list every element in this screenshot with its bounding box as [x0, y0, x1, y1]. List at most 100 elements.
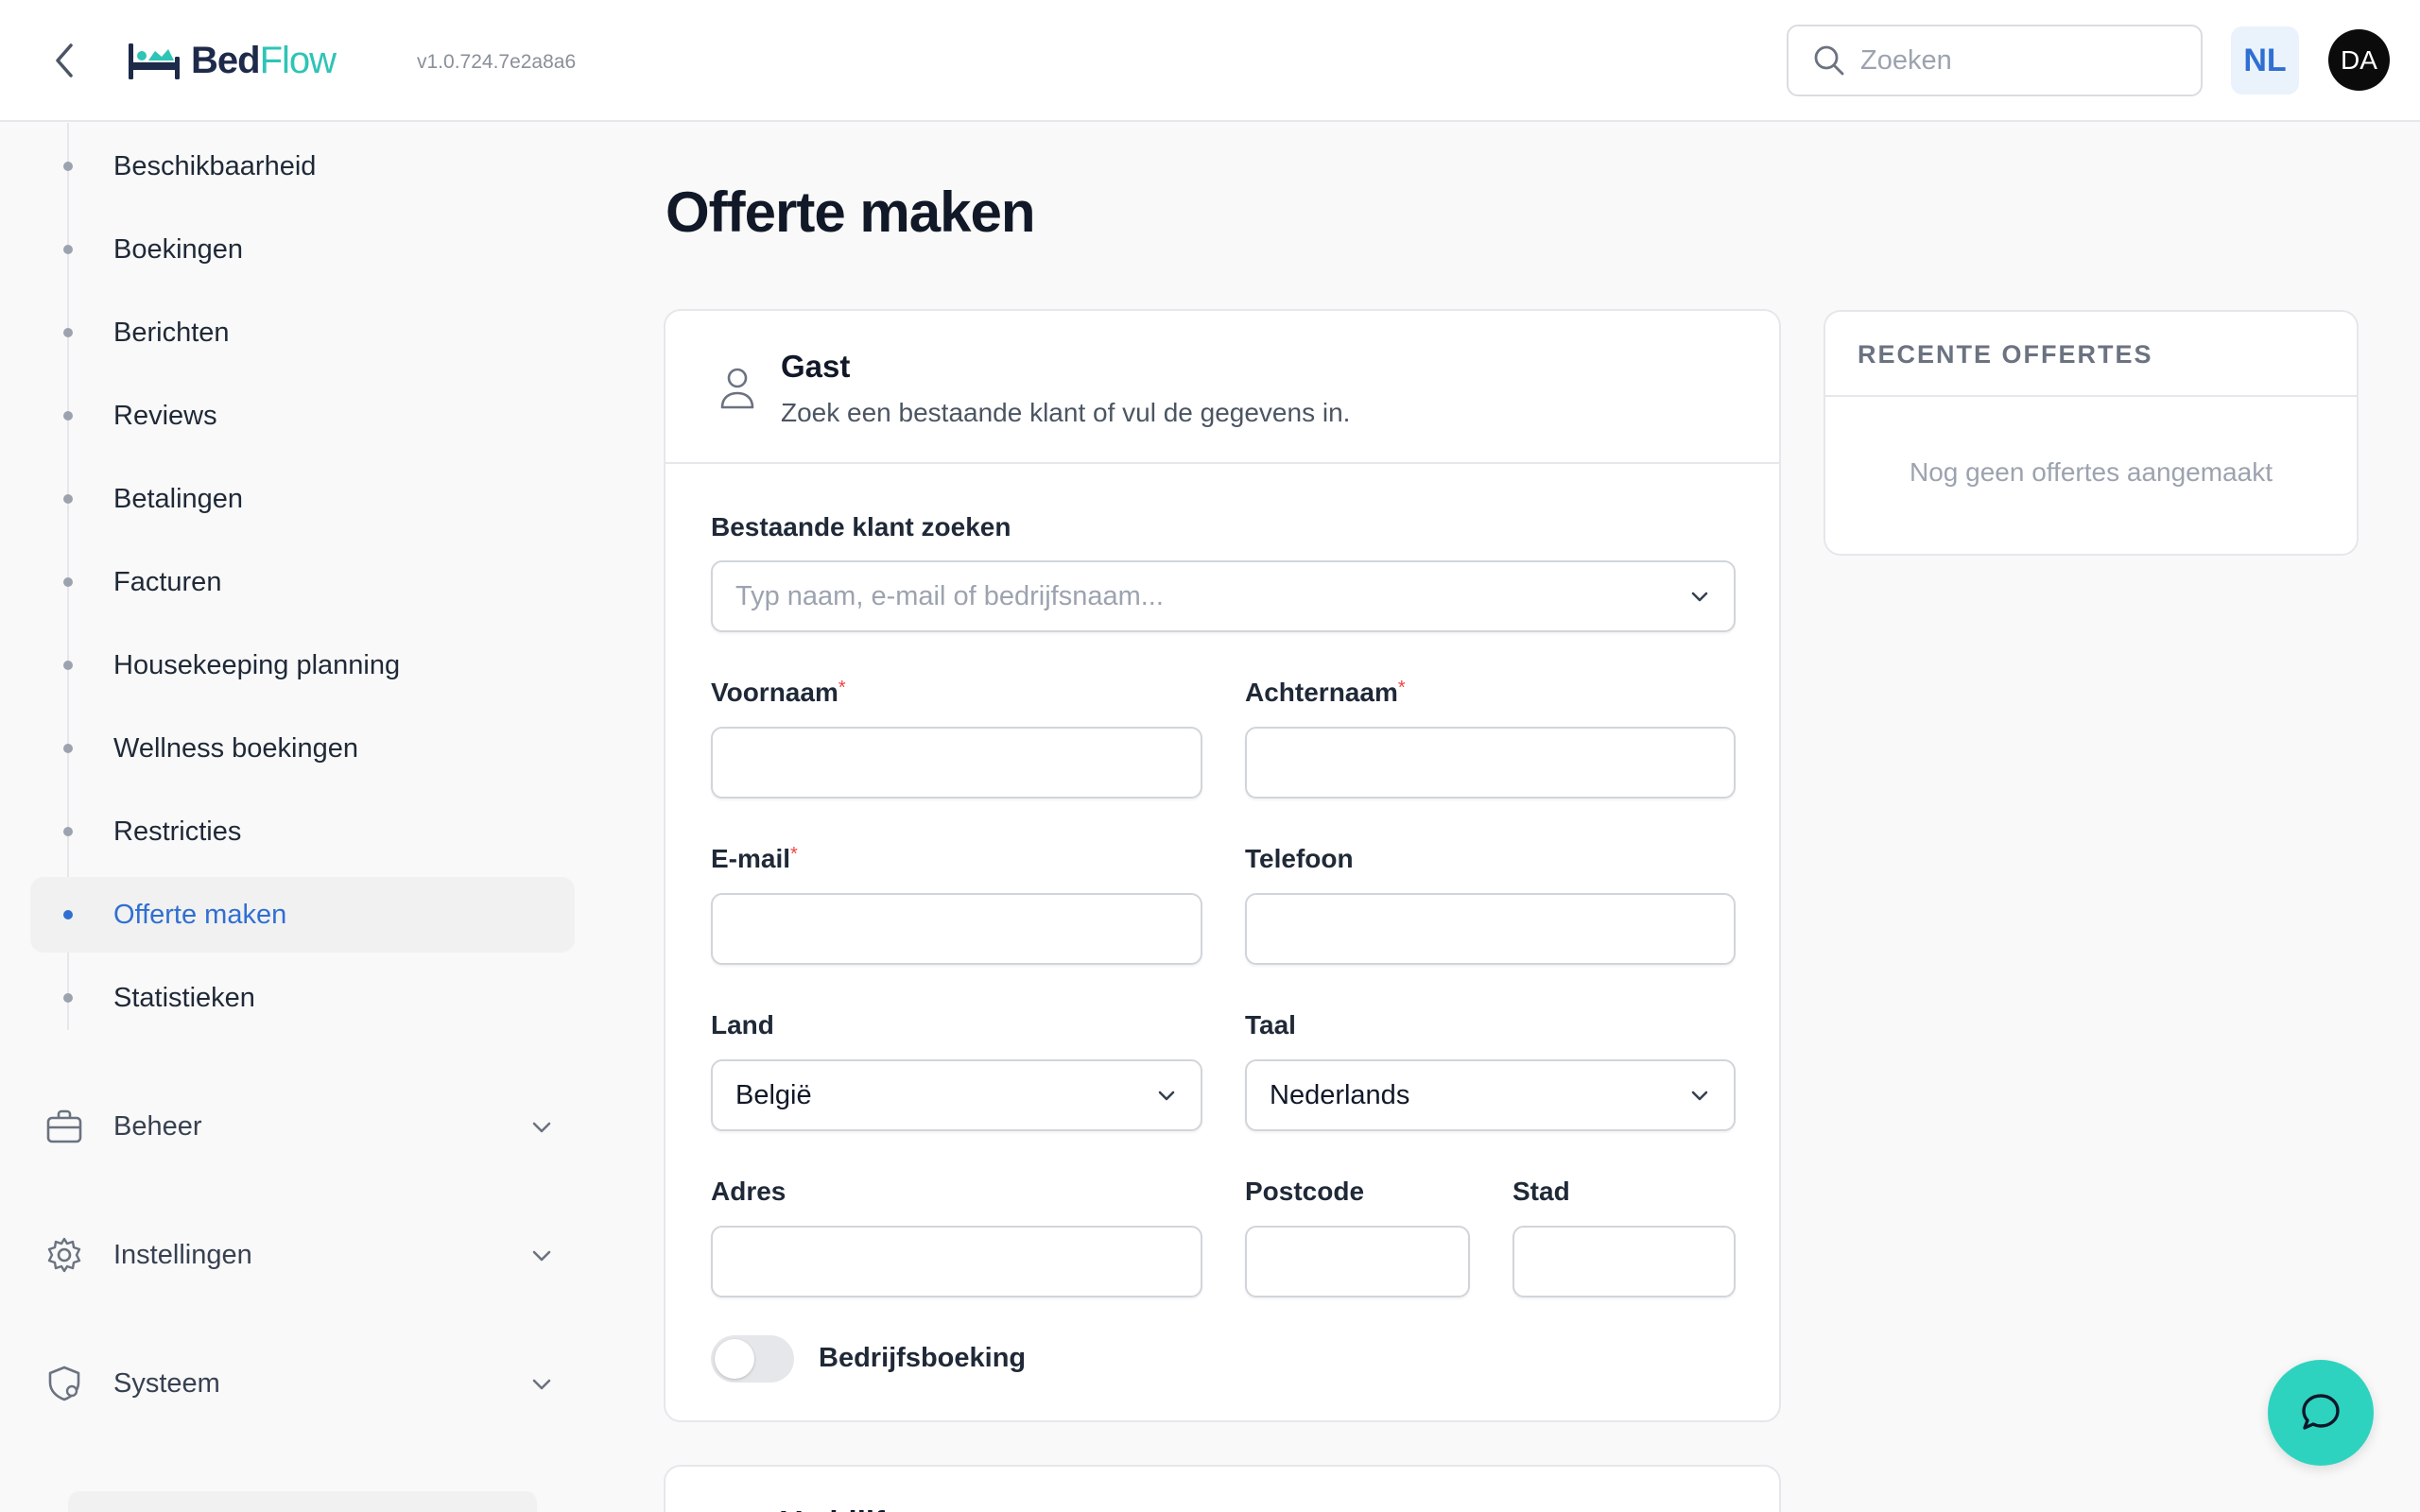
language-switcher[interactable]: NL: [2231, 26, 2299, 94]
chevron-down-icon: [532, 1379, 551, 1390]
required-mark: *: [1397, 678, 1406, 698]
bedflow-logo[interactable]: BedFlow: [127, 34, 337, 87]
phone-field[interactable]: [1245, 893, 1736, 965]
sidebar-item-label: Offerte maken: [113, 899, 287, 930]
sidebar-item-beschikbaarheid[interactable]: Beschikbaarheid: [30, 129, 575, 204]
company-booking-label: Bedrijfsboeking: [819, 1343, 1027, 1373]
recent-quotes-header: RECENTE OFFERTES: [1825, 312, 2357, 397]
address-label: Adres: [711, 1177, 786, 1206]
briefcase-icon: [46, 1109, 82, 1143]
sidebar-group-label: Beheer: [113, 1110, 202, 1142]
address-field[interactable]: [711, 1226, 1202, 1297]
sidebar-item-reviews[interactable]: Reviews: [30, 378, 575, 454]
version-label: v1.0.724.7e2a8a6: [417, 51, 577, 73]
recent-quotes-empty: Nog geen offertes aangemaakt: [1910, 457, 2273, 487]
logo-text-bed: Bed: [191, 39, 261, 81]
guest-card: Gast Zoek een bestaande klant of vul de …: [664, 309, 1781, 1422]
top-bar: BedFlow v1.0.724.7e2a8a6 NL DA: [0, 0, 2420, 122]
page-title: Offerte maken: [666, 180, 1035, 244]
lastname-label: Achternaam*: [1245, 678, 1406, 708]
sidebar-group-systeem[interactable]: Systeem: [30, 1349, 575, 1418]
bed-icon: [129, 43, 180, 79]
nav-dot: [63, 494, 73, 504]
sidebar-item-label: Reviews: [113, 400, 217, 431]
chevron-down-icon: [1691, 592, 1708, 602]
user-icon: [720, 368, 754, 409]
sidebar-item-label: Statistieken: [113, 982, 255, 1013]
guest-card-subtitle: Zoek een bestaande klant of vul de gegev…: [781, 398, 1351, 427]
chat-button[interactable]: [2268, 1360, 2374, 1466]
toggle-knob: [715, 1339, 754, 1379]
shield-gear-icon: [48, 1366, 80, 1401]
guest-card-header: Gast Zoek een bestaande klant of vul de …: [666, 311, 1779, 464]
sidebar-item-label: Facturen: [113, 566, 222, 597]
recent-quotes-card: RECENTE OFFERTES Nog geen offertes aange…: [1824, 310, 2359, 556]
lastname-field[interactable]: [1245, 727, 1736, 799]
email-label-text: E-mail: [711, 844, 791, 873]
global-search[interactable]: [1787, 25, 2203, 96]
postcode-label: Postcode: [1245, 1177, 1365, 1206]
recent-quotes-title: RECENTE OFFERTES: [1858, 340, 2153, 369]
nav-dot: [63, 411, 73, 421]
chat-bubble-icon: [2302, 1394, 2340, 1430]
chevron-down-icon: [532, 1250, 551, 1262]
sidebar-item-label: Housekeeping planning: [113, 649, 401, 680]
email-field[interactable]: [711, 893, 1202, 965]
sidebar-group-label: Instellingen: [113, 1239, 252, 1270]
sidebar-item-label: Berichten: [113, 317, 230, 348]
nav-dot: [63, 328, 73, 337]
sidebar-item-boekingen[interactable]: Boekingen: [30, 212, 575, 287]
user-avatar[interactable]: DA: [2328, 29, 2390, 91]
guest-card-title: Gast: [781, 349, 851, 384]
firstname-label-text: Voornaam: [711, 678, 838, 707]
existing-customer-placeholder: Typ naam, e-mail of bedrijfsnaam...: [735, 580, 1164, 611]
country-value: België: [735, 1079, 812, 1110]
stay-card: Verblijf: [664, 1465, 1781, 1512]
sidebar-item-label: Betalingen: [113, 483, 244, 514]
sidebar-item-label: Beschikbaarheid: [113, 150, 317, 181]
back-button[interactable]: [45, 40, 83, 81]
existing-customer-combobox[interactable]: Typ naam, e-mail of bedrijfsnaam...: [711, 560, 1736, 632]
email-label: E-mail*: [711, 844, 798, 874]
nav-dot: [63, 245, 73, 254]
nav-dot: [63, 827, 73, 836]
existing-customer-label: Bestaande klant zoeken: [711, 512, 1011, 541]
logo-text-flow: Flow: [259, 39, 337, 81]
sidebar-item-housekeeping[interactable]: Housekeeping planning: [30, 627, 575, 703]
sidebar-item-restricties[interactable]: Restricties: [30, 794, 575, 869]
city-field[interactable]: [1512, 1226, 1736, 1297]
sidebar-item-label: Wellness boekingen: [113, 732, 359, 764]
required-mark: *: [790, 844, 798, 865]
country-label: Land: [711, 1010, 774, 1040]
nav-dot: [63, 162, 73, 171]
sidebar-promo-banner[interactable]: [68, 1491, 537, 1512]
sidebar-item-statistieken[interactable]: Statistieken: [30, 960, 575, 1036]
required-mark: *: [838, 678, 846, 698]
city-label: Stad: [1512, 1177, 1570, 1206]
search-input[interactable]: [1860, 44, 2182, 77]
logo-text: BedFlow: [191, 39, 337, 82]
sidebar-item-betalingen[interactable]: Betalingen: [30, 461, 575, 537]
language-select[interactable]: Nederlands: [1245, 1059, 1736, 1131]
sidebar-group-label: Systeem: [113, 1367, 220, 1399]
postcode-field[interactable]: [1245, 1226, 1470, 1297]
sidebar-item-facturen[interactable]: Facturen: [30, 544, 575, 620]
chevron-down-icon: [532, 1122, 551, 1133]
gear-icon: [47, 1237, 81, 1273]
sidebar-item-berichten[interactable]: Berichten: [30, 295, 575, 370]
company-booking-toggle[interactable]: [711, 1335, 794, 1383]
sidebar-item-label: Restricties: [113, 816, 242, 847]
nav-dot: [63, 993, 73, 1003]
country-select[interactable]: België: [711, 1059, 1202, 1131]
chevron-left-icon: [56, 43, 73, 77]
sidebar-item-offerte-maken[interactable]: Offerte maken: [30, 877, 575, 953]
firstname-field[interactable]: [711, 727, 1202, 799]
nav-dot: [63, 910, 73, 919]
language-label: Taal: [1245, 1010, 1296, 1040]
lastname-label-text: Achternaam: [1245, 678, 1398, 707]
sidebar-group-instellingen[interactable]: Instellingen: [30, 1221, 575, 1289]
sidebar-group-beheer[interactable]: Beheer: [30, 1092, 575, 1160]
nav-dot: [63, 744, 73, 753]
phone-label: Telefoon: [1245, 844, 1354, 873]
sidebar-item-wellness[interactable]: Wellness boekingen: [30, 711, 575, 786]
